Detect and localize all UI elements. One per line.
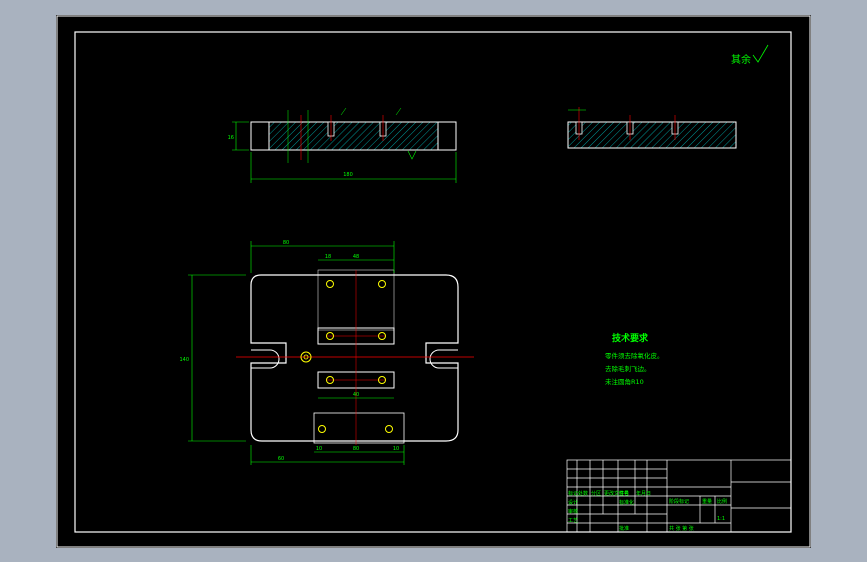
tb-design: 设计 [568, 499, 578, 506]
tb-label-date: 年月日 [636, 490, 651, 497]
tb-check: 审核 [568, 508, 578, 515]
tech-req-item-2: 去除毛刺飞边。 [605, 364, 651, 373]
tb-stage: 阶段标记 [669, 498, 689, 505]
dim-plan-offset: 18 [325, 254, 331, 260]
engineering-drawing: 其余 180 16 140 80 48 18 40 60 80 10 10 技术… [56, 15, 811, 548]
plan-view: 140 80 48 18 40 60 80 10 10 [179, 240, 474, 465]
tb-standard: 标准化 [619, 499, 634, 506]
dim-plan-height: 140 [179, 357, 189, 363]
dim-front-thickness: 16 [228, 135, 234, 141]
tech-req-item-1: 零件须去除氧化皮。 [605, 351, 664, 360]
dim-front-length: 180 [343, 172, 353, 178]
outer-frame [56, 15, 811, 548]
inner-frame [74, 31, 792, 533]
tb-process: 工艺 [568, 518, 578, 524]
tb-label-count: 处数 [578, 490, 588, 497]
dim-plan-slot-span: 48 [353, 254, 359, 260]
tb-approve: 批准 [619, 525, 629, 532]
dim-plan-top-width: 80 [283, 240, 289, 246]
dim-plan-small-left: 10 [316, 446, 322, 452]
drawing-canvas: 其余 180 16 140 80 48 18 40 60 80 10 10 技术… [56, 15, 811, 548]
side-section-view [567, 107, 737, 149]
technical-requirements: 技术要求 零件须去除氧化皮。 去除毛刺飞边。 未注圆角R10 [605, 332, 664, 386]
tb-label-sign: 签名 [619, 490, 629, 497]
dim-plan-inner: 40 [353, 392, 359, 398]
tb-scale-value: 1:1 [717, 516, 725, 522]
dim-plan-bottom-span: 60 [278, 456, 284, 462]
tb-scale: 比例 [717, 498, 727, 505]
tb-label-mark: 标记 [568, 490, 578, 497]
dim-plan-small-right: 10 [393, 446, 399, 452]
tb-weight: 重量 [702, 498, 712, 505]
tech-req-title: 技术要求 [612, 332, 649, 344]
front-section-view: 180 16 [228, 107, 457, 183]
tb-label-zone: 分区 [591, 490, 601, 497]
title-block: 标记 处数 分区 更改文件号 签名 年月日 设计 标准化 审核 工艺 批准 阶段… [566, 459, 792, 533]
tech-req-item-3: 未注圆角R10 [605, 377, 644, 386]
tb-sheet: 共 张 第 张 [669, 525, 694, 532]
roughness-symbol: 其余 [731, 44, 769, 66]
roughness-note: 其余 [731, 53, 751, 66]
dim-plan-bottom-width: 80 [353, 446, 359, 452]
